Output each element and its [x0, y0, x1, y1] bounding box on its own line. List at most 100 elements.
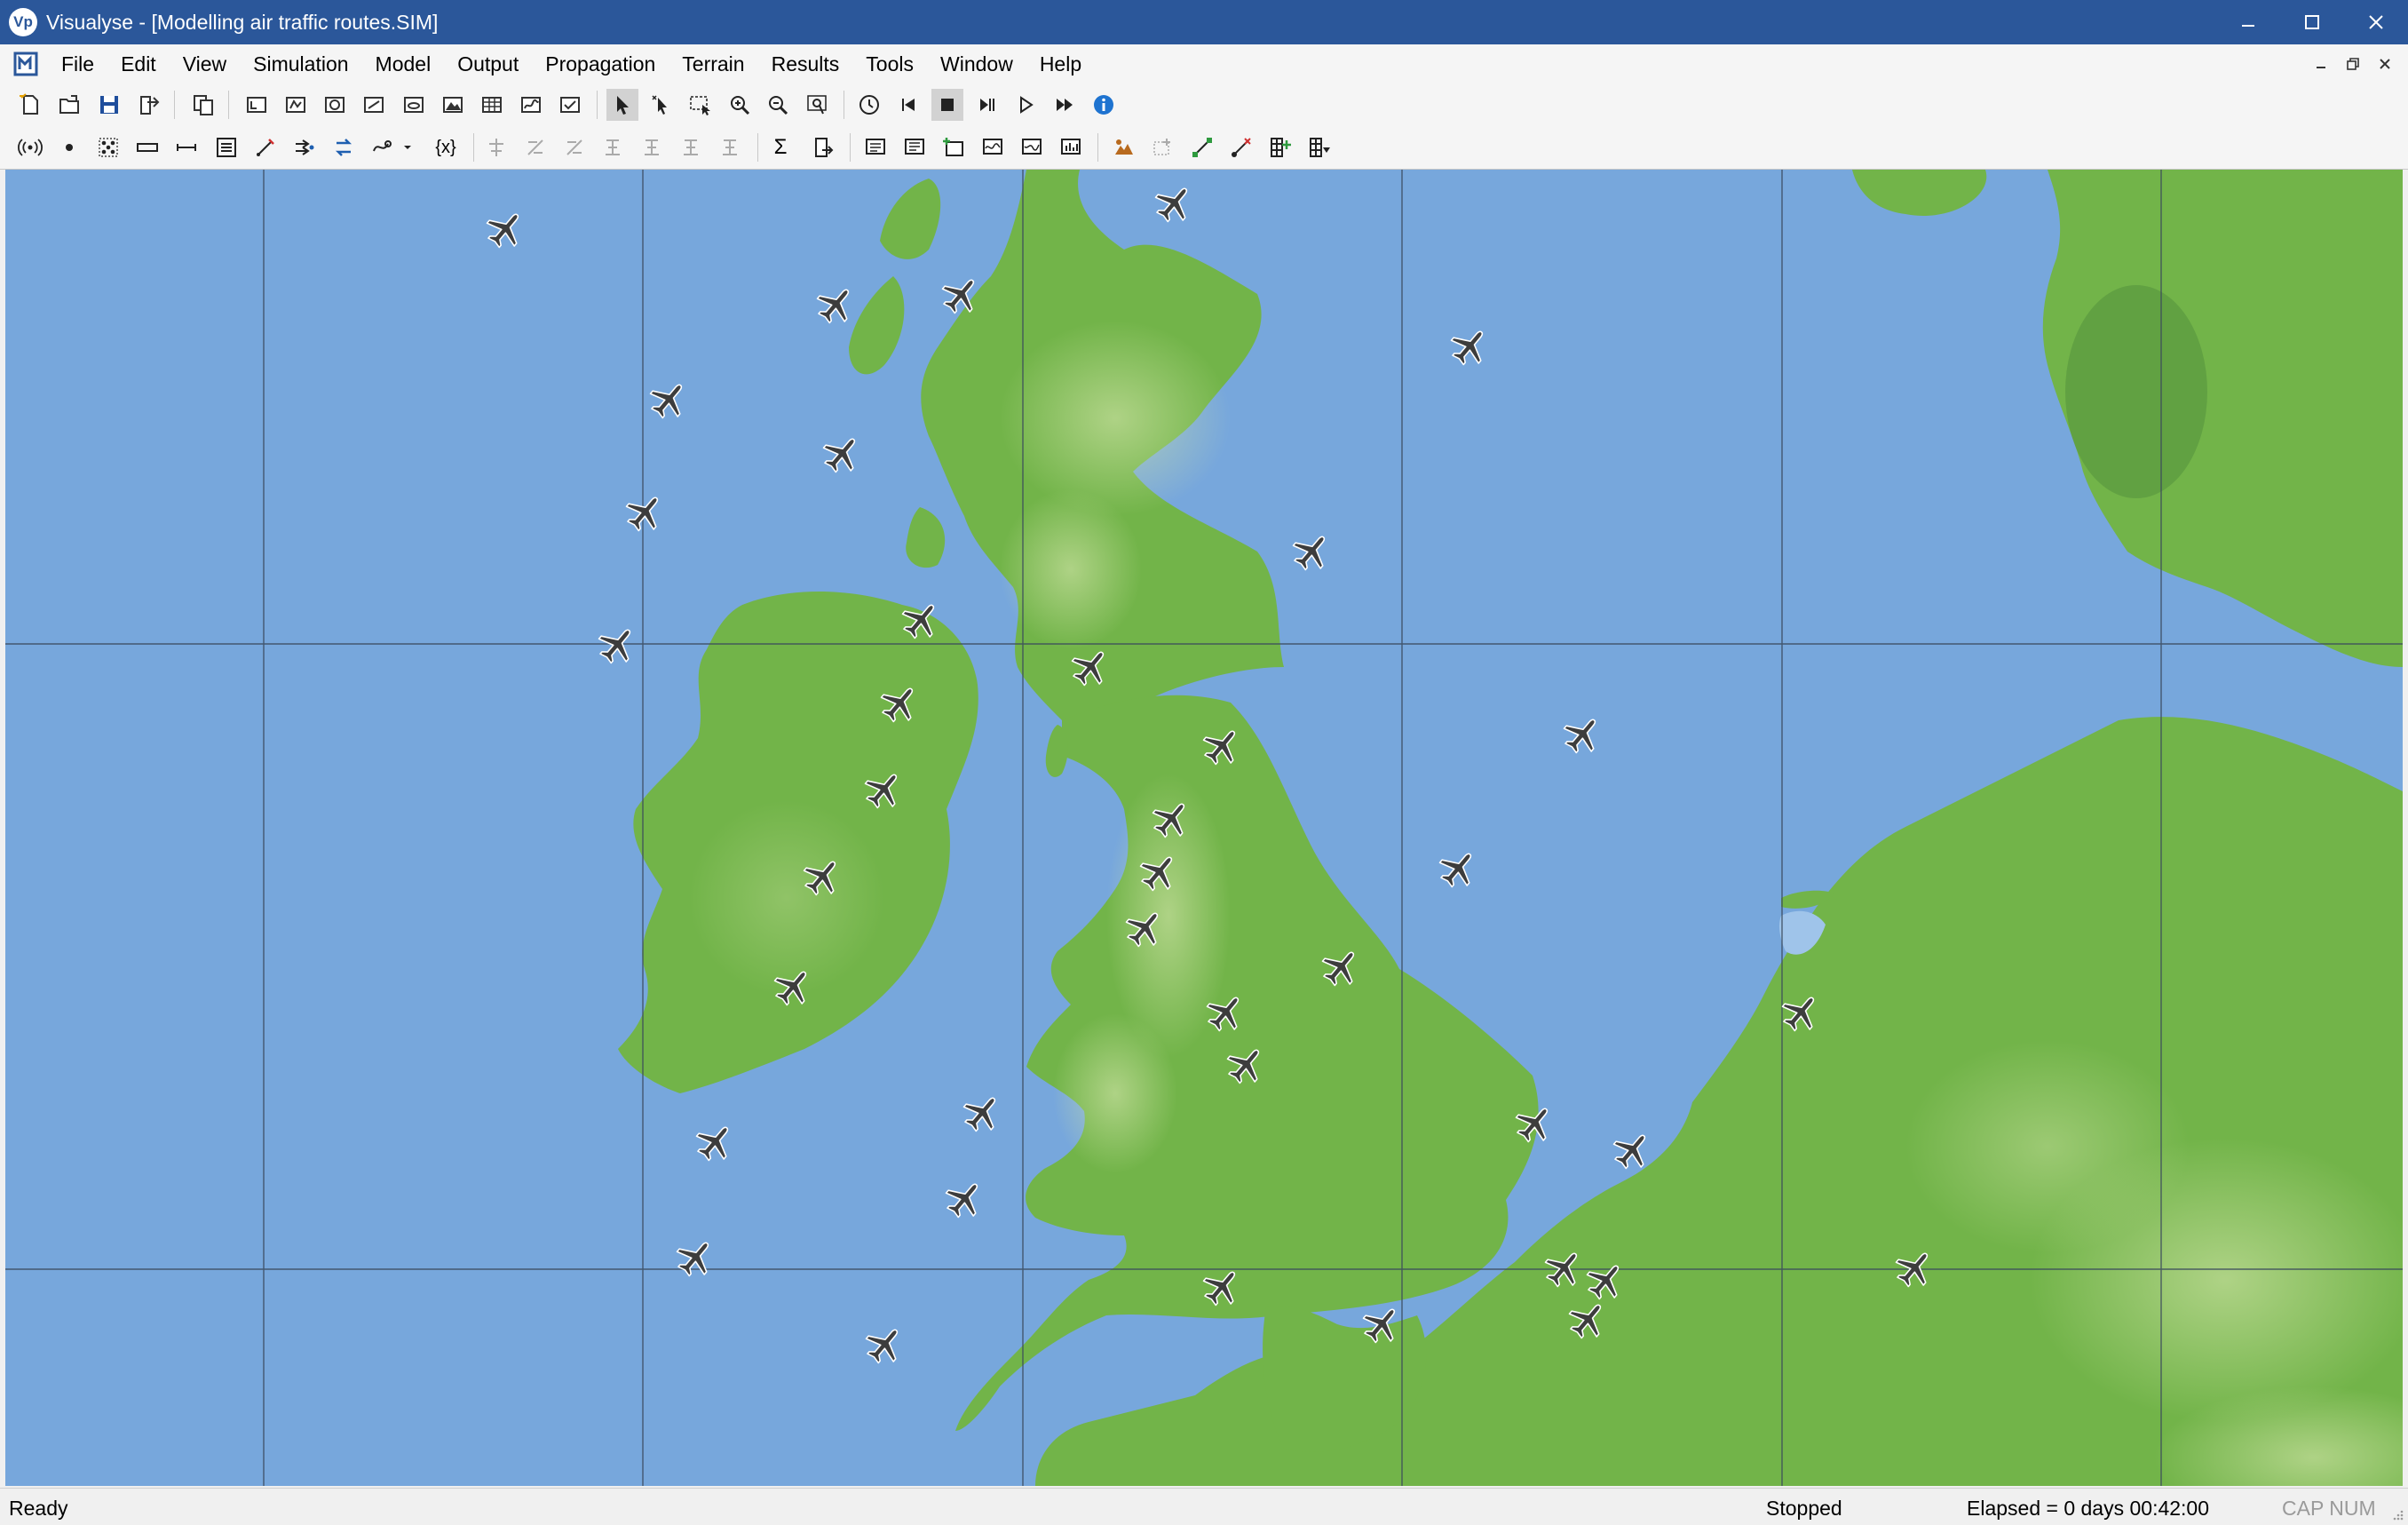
list-output-button[interactable] — [807, 131, 839, 163]
window-terrain-icon — [443, 97, 463, 113]
child-restore-button[interactable] — [2337, 44, 2369, 83]
minimize-button[interactable] — [2216, 0, 2280, 44]
view-map-button[interactable] — [280, 89, 312, 121]
dot-group-icon — [99, 138, 118, 157]
clock-button[interactable] — [853, 89, 885, 121]
zoom-in-button[interactable] — [724, 89, 756, 121]
save-icon — [100, 96, 118, 114]
play-button[interactable] — [1010, 89, 1042, 121]
marquee-select-icon — [690, 96, 710, 115]
align-2-button[interactable] — [519, 131, 551, 163]
resize-grip-icon[interactable] — [2390, 1507, 2404, 1521]
menu-simulation[interactable]: Simulation — [240, 44, 361, 83]
tree-1-button[interactable] — [598, 131, 630, 163]
menu-window[interactable]: Window — [927, 44, 1026, 83]
new-button[interactable] — [14, 89, 46, 121]
align-1-button[interactable] — [480, 131, 512, 163]
link-group-button[interactable] — [210, 131, 242, 163]
status-bar: Ready Stopped Elapsed = 0 days 00:42:00 … — [0, 1488, 2408, 1525]
maximize-icon — [2305, 15, 2319, 29]
view-earth-button[interactable] — [241, 89, 273, 121]
select-area-button[interactable] — [685, 89, 717, 121]
view-3d-button[interactable] — [398, 89, 430, 121]
menu-view[interactable]: View — [170, 44, 240, 83]
station-group-button[interactable] — [92, 131, 124, 163]
tree-2-button[interactable] — [637, 131, 669, 163]
view-plane-button[interactable] — [358, 89, 390, 121]
app-logo-icon: Vp — [9, 8, 37, 36]
document-system-menu-icon[interactable] — [12, 50, 41, 78]
stop-button[interactable] — [931, 89, 963, 121]
map-view[interactable] — [5, 170, 2403, 1486]
zoom-out-button[interactable] — [762, 89, 794, 121]
skip-back-icon — [902, 99, 915, 111]
tree-icon — [645, 139, 659, 155]
window-map-icon — [286, 97, 305, 113]
variables-button[interactable]: {x} — [428, 131, 463, 163]
link-button[interactable] — [131, 131, 163, 163]
select-station-button[interactable] — [646, 89, 677, 121]
about-button[interactable] — [1088, 89, 1120, 121]
menu-model[interactable]: Model — [362, 44, 445, 83]
grid-add-button[interactable] — [1264, 131, 1296, 163]
menu-terrain[interactable]: Terrain — [669, 44, 757, 83]
link-line-button[interactable] — [170, 131, 202, 163]
menu-file[interactable]: File — [48, 44, 107, 83]
menu-edit[interactable]: Edit — [107, 44, 170, 83]
display-5-button[interactable] — [1055, 131, 1087, 163]
menu-tools[interactable]: Tools — [852, 44, 927, 83]
terrain-button[interactable] — [1108, 131, 1140, 163]
terrain-edit-button[interactable] — [1147, 131, 1179, 163]
window-plane-icon — [364, 97, 384, 113]
menu-propagation[interactable]: Propagation — [532, 44, 669, 83]
map-canvas[interactable] — [5, 170, 2403, 1486]
view-terrain-button[interactable] — [437, 89, 469, 121]
grid-dropdown-icon — [1310, 138, 1330, 157]
view-graph-button[interactable] — [515, 89, 547, 121]
path-analysis-button[interactable] — [1225, 131, 1257, 163]
display-3-button[interactable] — [977, 131, 1009, 163]
display-2-button[interactable] — [899, 131, 931, 163]
maximize-button[interactable] — [2280, 0, 2344, 44]
child-minimize-button[interactable] — [2305, 44, 2337, 83]
route-button[interactable] — [367, 131, 399, 163]
beam-button[interactable] — [250, 131, 281, 163]
save-button[interactable] — [93, 89, 125, 121]
view-table-button[interactable] — [476, 89, 508, 121]
display-4-button[interactable] — [1016, 131, 1048, 163]
menu-help[interactable]: Help — [1026, 44, 1095, 83]
save-as-button[interactable] — [133, 89, 165, 121]
fast-forward-button[interactable] — [1049, 89, 1081, 121]
grid-menu-button[interactable] — [1303, 131, 1335, 163]
open-button[interactable] — [53, 89, 85, 121]
tree-4-button[interactable] — [715, 131, 747, 163]
rewind-button[interactable] — [892, 89, 924, 121]
add-window-icon — [943, 138, 963, 156]
zoom-extent-button[interactable] — [801, 89, 833, 121]
close-button[interactable] — [2344, 0, 2408, 44]
tree-3-button[interactable] — [676, 131, 708, 163]
fast-forward-icon — [1057, 99, 1073, 111]
route-dropdown-button[interactable] — [399, 131, 416, 163]
menu-output[interactable]: Output — [444, 44, 532, 83]
clock-icon — [859, 95, 879, 115]
step-button[interactable] — [970, 89, 1002, 121]
swap-button[interactable] — [328, 131, 360, 163]
display-window-icon — [905, 139, 924, 155]
add-display-button[interactable] — [938, 131, 970, 163]
sum-button[interactable]: Σ — [764, 131, 796, 163]
interference-button[interactable] — [289, 131, 321, 163]
select-tool-button[interactable] — [606, 89, 638, 121]
align-3-button[interactable] — [558, 131, 590, 163]
path-profile-button[interactable] — [1186, 131, 1218, 163]
antenna-button[interactable] — [14, 131, 46, 163]
view-watch-button[interactable] — [554, 89, 586, 121]
view-globe-button[interactable] — [319, 89, 351, 121]
display-1-button[interactable] — [859, 131, 891, 163]
export-icon — [140, 96, 160, 115]
grid-add-icon — [1271, 138, 1291, 157]
menu-results[interactable]: Results — [758, 44, 853, 83]
copy-button[interactable] — [187, 89, 219, 121]
child-close-button[interactable] — [2369, 44, 2401, 83]
station-button[interactable] — [53, 131, 85, 163]
